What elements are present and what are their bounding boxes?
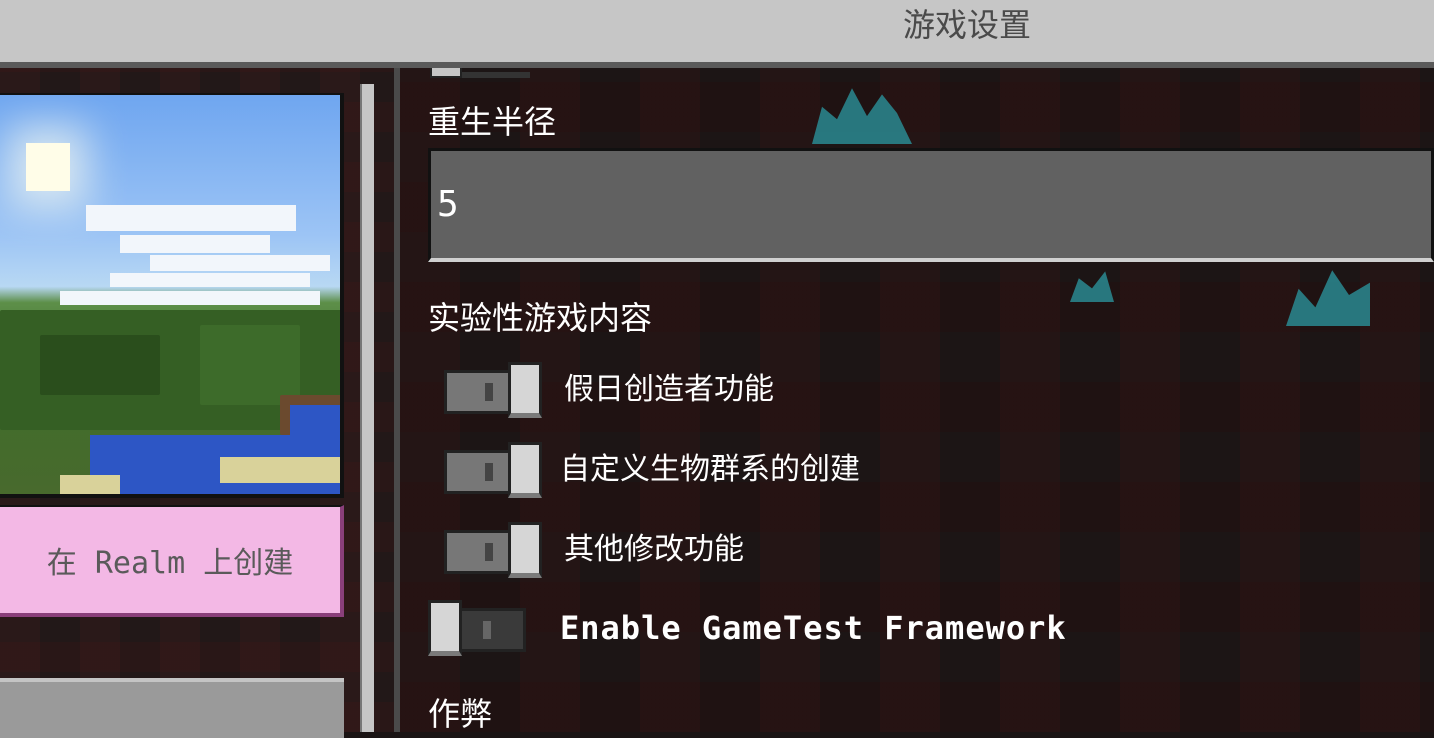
experimental-section-label: 实验性游戏内容 [428, 299, 653, 337]
settings-panel: 重生半径 实验性游戏内容 假日创造者功能 自定义生物群系的创建 其他修改功能 E… [400, 68, 1434, 732]
world-preview-image [0, 93, 344, 498]
sun-icon [26, 143, 70, 191]
respawn-radius-input[interactable] [431, 151, 1431, 258]
page-title: 游戏设置 [902, 6, 1031, 44]
toggle-custom-biomes[interactable] [444, 442, 542, 498]
toggle-additional-modding[interactable] [444, 522, 542, 578]
left-scrollbar[interactable] [360, 84, 374, 732]
toggle-holiday-creator[interactable] [444, 362, 542, 418]
custom-biomes-label: 自定义生物群系的创建 [560, 452, 860, 487]
title-bar: 游戏设置 [0, 0, 1434, 68]
additional-modding-label: 其他修改功能 [564, 532, 744, 567]
respawn-radius-field[interactable] [428, 148, 1434, 262]
respawn-radius-label: 重生半径 [428, 103, 557, 141]
gametest-framework-label: Enable GameTest Framework [560, 609, 1067, 647]
left-panel: 在 Realm 上创建 [0, 68, 394, 738]
partial-toggle[interactable] [430, 68, 530, 78]
holiday-creator-label: 假日创造者功能 [564, 372, 774, 407]
toggle-gametest-framework[interactable] [428, 600, 526, 656]
cheats-section-label: 作弊 [428, 695, 493, 733]
create-on-realm-button[interactable]: 在 Realm 上创建 [0, 505, 344, 617]
secondary-button[interactable] [0, 678, 344, 738]
